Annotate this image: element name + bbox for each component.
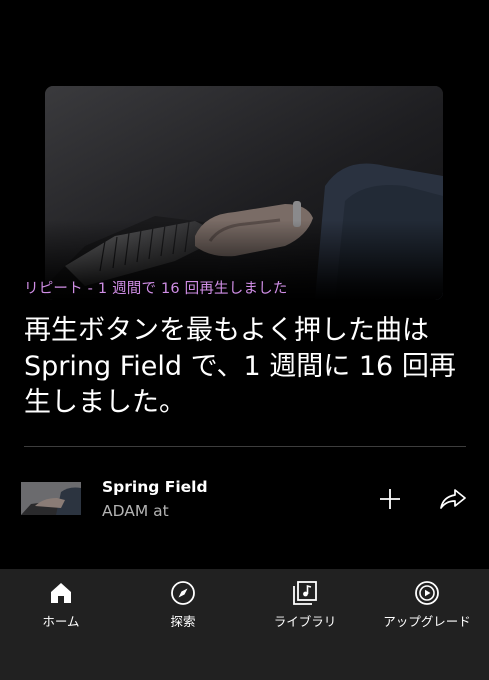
track-row[interactable]: Spring Field ADAM at bbox=[0, 470, 489, 526]
nav-item-explore[interactable]: 探索 bbox=[122, 569, 244, 639]
bottom-navigation: ホーム 探索 ライブラリ アップグレード bbox=[0, 569, 489, 680]
divider bbox=[24, 446, 466, 447]
track-artist: ADAM at bbox=[102, 502, 169, 520]
hero-image bbox=[45, 86, 443, 300]
nav-label-library: ライブラリ bbox=[273, 614, 337, 629]
library-icon bbox=[291, 579, 319, 607]
nav-label-home: ホーム bbox=[42, 614, 80, 629]
track-thumbnail bbox=[21, 482, 81, 515]
recap-screen: リピート - 1 週間で 16 回再生しました 再生ボタンを最もよく押した曲は … bbox=[0, 0, 489, 680]
upgrade-icon bbox=[413, 579, 441, 607]
add-to-library-button[interactable] bbox=[372, 481, 408, 517]
recap-subtitle: リピート - 1 週間で 16 回再生しました bbox=[24, 281, 288, 297]
share-button[interactable] bbox=[435, 481, 471, 517]
nav-label-upgrade: アップグレード bbox=[383, 614, 471, 629]
nav-item-home[interactable]: ホーム bbox=[0, 569, 122, 639]
home-icon bbox=[47, 579, 75, 607]
compass-icon bbox=[169, 579, 197, 607]
recap-headline: 再生ボタンを最もよく押した曲は Spring Field で、1 週間に 16 … bbox=[24, 315, 456, 418]
share-arrow-icon bbox=[440, 489, 466, 509]
track-title: Spring Field bbox=[102, 478, 208, 496]
nav-label-explore: 探索 bbox=[170, 614, 196, 629]
nav-item-library[interactable]: ライブラリ bbox=[244, 569, 366, 639]
plus-icon bbox=[380, 489, 400, 509]
nav-item-upgrade[interactable]: アップグレード bbox=[366, 569, 488, 639]
